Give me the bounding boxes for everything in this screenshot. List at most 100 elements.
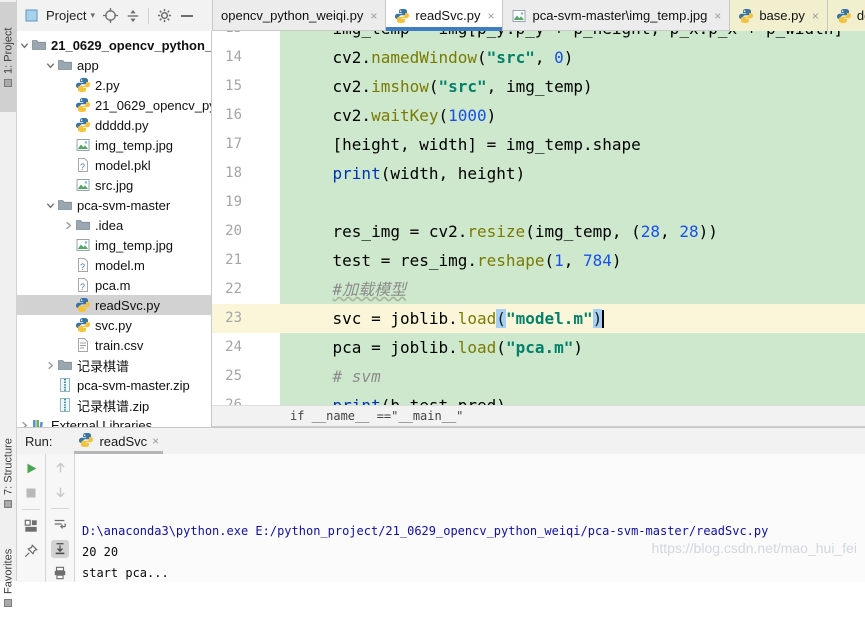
code-line-23[interactable]: 23 svc = joblib.load("model.m") [212,304,865,333]
chevron-right-icon[interactable] [61,220,75,231]
tree-item-svc-py[interactable]: svc.py [17,315,211,335]
tree-item-记录棋谱-zip[interactable]: 记录棋谱.zip [17,395,211,415]
close-icon[interactable]: × [370,9,377,23]
run-tab-readsvc[interactable]: readSvc × [74,428,163,454]
editor-tab-ddddd[interactable]: ddddd [828,0,865,31]
code-editor[interactable]: 13 img_temp = img[p_y:p_y + p_height, p_… [212,31,865,405]
close-icon[interactable]: × [487,9,494,23]
python-icon [75,297,91,313]
tree-item-21-0629-opencv-python-w[interactable]: 21_0629_opencv_python_w [17,35,211,55]
code-line-18[interactable]: 18 print(width, height) [212,159,865,188]
line-number: 22 [212,275,280,304]
project-panel-header: Project ▾ [17,0,212,31]
project-panel-title[interactable]: Project [46,8,86,23]
code-text: svc = joblib.load("model.m") [280,304,865,333]
tree-item-label: pca-svm-master [77,198,170,213]
python-icon [75,97,91,113]
editor-tab-readsvc-py[interactable]: readSvc.py× [386,0,503,31]
code-line-17[interactable]: 17 [height, width] = img_temp.shape [212,130,865,159]
tree-item-label: model.m [95,258,145,273]
tree-item--idea[interactable]: .idea [17,215,211,235]
restore-layout-icon[interactable] [22,517,40,535]
close-icon[interactable]: × [714,9,721,23]
context-line: if __name__ =="__main__" [290,409,463,423]
run-console[interactable]: https://blog.csdn.net/mao_hui_fei D:\ana… [75,454,865,582]
run-icon[interactable] [22,459,40,477]
scroll-end-icon[interactable] [51,540,69,557]
tree-item-img-temp-jpg[interactable]: img_temp.jpg [17,135,211,155]
close-icon[interactable]: × [812,9,819,23]
tree-item-记录棋谱[interactable]: 记录棋谱 [17,355,211,375]
pin-icon[interactable] [22,542,40,560]
image-file-icon [511,8,527,24]
up-arrow-icon[interactable] [51,459,69,476]
code-line-26[interactable]: 26 print(b,test,pred) [212,391,865,405]
code-line-13[interactable]: 13 img_temp = img[p_y:p_y + p_height, p_… [212,31,865,43]
tree-item-pca-svm-master[interactable]: pca-svm-master [17,195,211,215]
unknown-icon: ? [75,277,91,293]
chevron-down-icon[interactable]: ▾ [90,10,95,21]
code-text [280,188,865,217]
line-number: 17 [212,130,280,159]
chevron-down-icon[interactable] [43,200,57,211]
code-line-21[interactable]: 21 test = res_img.reshape(1, 784) [212,246,865,275]
editor-tab-pca-svm-master-img-temp-jpg[interactable]: pca-svm-master\img_temp.jpg× [503,0,730,31]
project-view-icon [23,8,39,24]
sidebar-item-project[interactable]: 1: Project [0,2,17,112]
tree-item-21-0629-opencv-pyt[interactable]: 21_0629_opencv_pyt [17,95,211,115]
editor-tab-base-py[interactable]: base.py× [730,0,828,31]
tree-item-ddddd-py[interactable]: ddddd.py [17,115,211,135]
tree-item-2-py[interactable]: 2.py [17,75,211,95]
tree-item-label: img_temp.jpg [95,238,173,253]
unknown-icon: ? [75,257,91,273]
tool-window-strip: 1: Project7: StructureFavorites [0,0,17,581]
chevron-down-icon[interactable] [43,60,57,71]
tree-item-train-csv[interactable]: train.csv [17,335,211,355]
down-arrow-icon[interactable] [51,483,69,500]
hide-panel-icon[interactable] [179,8,195,24]
python-file-icon [394,8,410,24]
folder-icon [31,37,47,53]
code-line-19[interactable]: 19 [212,188,865,217]
chevron-right-icon[interactable] [43,360,57,371]
sidebar-item-favorites[interactable]: Favorites [0,528,17,628]
tree-item-model-m[interactable]: ? model.m [17,255,211,275]
code-line-20[interactable]: 20 res_img = cv2.resize(img_temp, (28, 2… [212,217,865,246]
python-file-icon [78,432,94,451]
tree-item-app[interactable]: app [17,55,211,75]
zip-icon [57,377,73,393]
tree-item-readsvc-py[interactable]: readSvc.py [17,295,211,315]
code-line-22[interactable]: 22 #加载模型 [212,275,865,304]
tree-item-label: 21_0629_opencv_pyt [95,98,211,113]
code-line-24[interactable]: 24 pca = joblib.load("pca.m") [212,333,865,362]
tree-item-img-temp-jpg[interactable]: img_temp.jpg [17,235,211,255]
tree-item-label: img_temp.jpg [95,138,173,153]
tree-item-label: model.pkl [95,158,151,173]
code-line-25[interactable]: 25 # svm [212,362,865,391]
code-text: cv2.namedWindow("src", 0) [280,43,865,72]
sidebar-item-structure[interactable]: 7: Structure [0,420,17,526]
python-icon [75,317,91,333]
settings-gear-icon[interactable] [156,8,172,24]
tree-item-pca-m[interactable]: ?pca.m [17,275,211,295]
softwrap-icon[interactable] [51,516,69,533]
chevron-down-icon[interactable] [17,40,31,51]
tree-item-pca-svm-master-zip[interactable]: pca-svm-master.zip [17,375,211,395]
tree-item-label: app [77,58,99,73]
editor-tab-opencv-python-weiqi-py[interactable]: opencv_python_weiqi.py× [213,0,386,31]
chevron-right-icon[interactable] [17,420,31,428]
stop-icon[interactable] [22,484,40,502]
collapse-all-icon[interactable] [125,8,141,24]
tree-item-external-libraries[interactable]: External Libraries [17,415,211,427]
printer-icon[interactable] [51,565,69,582]
project-tool-icon [5,79,13,87]
code-line-16[interactable]: 16 cv2.waitKey(1000) [212,101,865,130]
tree-item-src-jpg[interactable]: src.jpg [17,175,211,195]
close-icon[interactable]: × [152,434,159,448]
code-line-15[interactable]: 15 cv2.imshow("src", img_temp) [212,72,865,101]
line-number: 18 [212,159,280,188]
code-line-14[interactable]: 14 cv2.namedWindow("src", 0) [212,43,865,72]
tree-item-model-pkl[interactable]: ?model.pkl [17,155,211,175]
tree-item-label: .idea [95,218,123,233]
locate-icon[interactable] [102,8,118,24]
